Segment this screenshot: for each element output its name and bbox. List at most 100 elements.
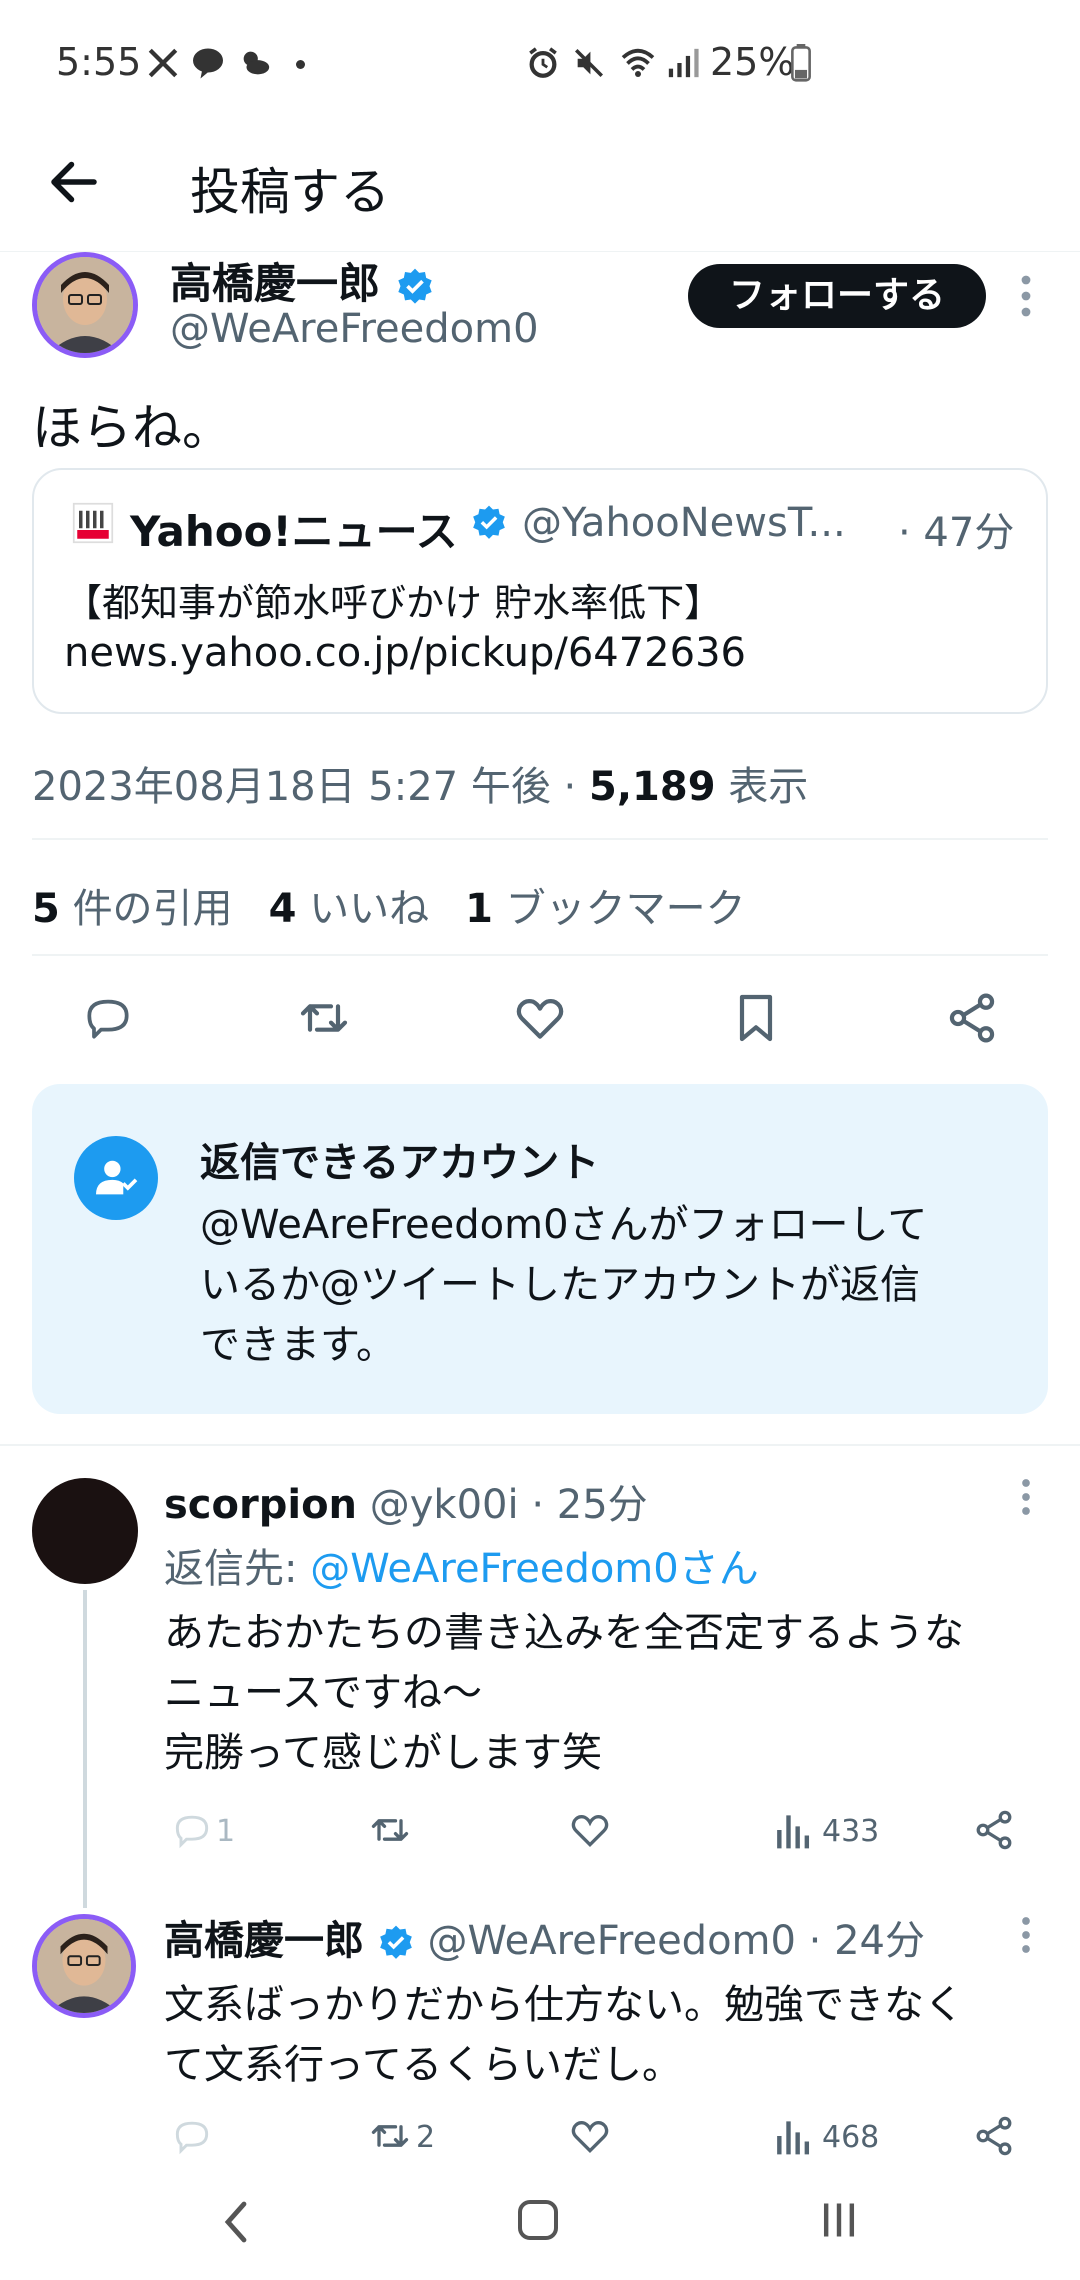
author-avatar[interactable] [32, 252, 138, 358]
views-icon[interactable] [772, 1808, 816, 1852]
reply-text-line1: あたおかたちの書き込みを全否定するような [164, 1610, 964, 1656]
bookmark-icon[interactable] [728, 990, 784, 1046]
more-vertical-icon[interactable] [1014, 272, 1038, 320]
heart-icon[interactable] [568, 2114, 612, 2158]
reply-count: 1 [216, 1814, 236, 1849]
reply-header: scorpion @yk00i · 25分 [164, 1472, 648, 1530]
quotes-label: 件の引用 [72, 886, 233, 932]
yahoo-news-logo-icon [72, 502, 114, 544]
tweet-meta: 2023年08月18日 5:27 午後 · 5,189 表示 [32, 754, 808, 812]
verified-badge-icon [379, 1925, 412, 1959]
reply-restriction-box: 返信できるアカウント @WeAreFreedom0さんがフォローして いるか@ツ… [32, 1084, 1048, 1414]
likes-stat[interactable]: 4 いいね [269, 876, 430, 934]
verified-badge-icon [473, 505, 505, 539]
reply-restriction-line1: @WeAreFreedom0さんがフォローして [200, 1202, 928, 1248]
more-vertical-icon[interactable] [1014, 1476, 1038, 1518]
reply-text-line1: 文系ばっかりだから仕方ない。勉強できなく [164, 1982, 964, 2028]
retweet-count: 2 [416, 2120, 436, 2155]
signal-icon [668, 48, 699, 78]
line-app-icon [193, 48, 223, 79]
nav-home-icon[interactable] [514, 2196, 562, 2244]
reply-text-line2: て文系行ってるくらいだし。 [164, 2042, 682, 2088]
divider [32, 954, 1048, 956]
status-bar: 5:55 25% [0, 0, 1080, 128]
reply-time: · 24分 [808, 1918, 925, 1964]
x-app-icon [148, 48, 178, 78]
page-title: 投稿する [190, 163, 390, 221]
share-icon[interactable] [972, 1808, 1016, 1852]
quote-card[interactable]: Yahoo!ニュース @YahooNewsT... · 47分 【都知事が節水呼… [32, 468, 1048, 714]
likes-count: 4 [268, 886, 297, 932]
tweet-timestamp: 2023年08月18日 5:27 午後 · [32, 764, 577, 810]
views-count: 5,189 [589, 764, 716, 810]
bookmarks-label: ブックマーク [505, 886, 746, 932]
system-nav-bar [0, 2160, 1080, 2280]
quote-source-handle: @YahooNewsT... [522, 500, 846, 546]
author-name: 高橋慶一郎 [170, 259, 381, 308]
more-vertical-icon[interactable] [1014, 1914, 1038, 1956]
reply-avatar[interactable] [32, 1914, 136, 2018]
battery-percent: 25% [710, 40, 795, 84]
reply-text-line2: ニュースですね〜 [164, 1670, 482, 1716]
reply-to-prefix: 返信先: [164, 1546, 298, 1592]
bookmarks-stat[interactable]: 1 ブックマーク [465, 876, 746, 934]
avatar-image [37, 1919, 131, 2013]
quotes-stat[interactable]: 5 件の引用 [32, 876, 233, 934]
author-name-row: 高橋慶一郎 [170, 250, 435, 311]
reply-time: · 25分 [531, 1482, 648, 1528]
header-bar: 投稿する [0, 128, 1080, 252]
reply-restriction-line2: いるか@ツイートしたアカウントが返信 [200, 1262, 920, 1308]
retweet-icon[interactable] [368, 2114, 412, 2158]
follow-button[interactable]: フォローする [688, 264, 986, 328]
share-icon[interactable] [944, 990, 1000, 1046]
reply-restriction-line3: できます。 [200, 1322, 396, 1368]
views-label: 表示 [728, 764, 809, 810]
reply-author-name[interactable]: 高橋慶一郎 [164, 1918, 364, 1964]
reply-avatar[interactable] [32, 1478, 138, 1584]
notification-dot-icon [296, 60, 305, 69]
quote-source-name: Yahoo!ニュース [130, 507, 458, 556]
reply-restriction-title: 返信できるアカウント [200, 1140, 600, 1186]
views-count: 433 [822, 1814, 880, 1849]
reply-author-name[interactable]: scorpion [164, 1482, 357, 1528]
nav-back-icon[interactable] [216, 2198, 256, 2246]
arrow-left-icon[interactable] [44, 152, 104, 212]
reply-icon[interactable] [170, 2114, 214, 2158]
reply-header: 高橋慶一郎 @WeAreFreedom0 · 24分 [164, 1908, 925, 1966]
bookmarks-count: 1 [465, 886, 493, 932]
wifi-icon [621, 48, 655, 77]
share-icon[interactable] [972, 2114, 1016, 2158]
likes-label: いいね [309, 886, 430, 932]
nav-recents-icon[interactable] [816, 2198, 862, 2242]
account-check-badge [74, 1136, 158, 1220]
reply-to-line: 返信先: @WeAreFreedom0さん [164, 1536, 759, 1594]
reply-author-handle[interactable]: @yk00i [370, 1482, 519, 1528]
heart-icon[interactable] [568, 1808, 612, 1852]
account-check-icon [96, 1160, 138, 1195]
tweet-text: ほらね。 [32, 399, 232, 457]
reply-icon[interactable] [170, 1808, 214, 1852]
heart-icon[interactable] [512, 990, 568, 1046]
author-handle[interactable]: @WeAreFreedom0 [170, 306, 539, 352]
reply-author-handle[interactable]: @WeAreFreedom0 [427, 1918, 796, 1964]
reply-icon[interactable] [80, 990, 136, 1046]
views-icon[interactable] [772, 2114, 816, 2158]
quote-time: · 47分 [898, 510, 1015, 556]
alarm-icon [529, 47, 557, 78]
weather-icon [243, 51, 270, 75]
quote-text-line2: news.yahoo.co.jp/pickup/6472636 [64, 630, 746, 676]
retweet-icon[interactable] [368, 1808, 412, 1852]
battery-icon [791, 44, 811, 82]
retweet-icon[interactable] [296, 990, 352, 1046]
views-count: 468 [822, 2120, 880, 2155]
divider [0, 1444, 1080, 1446]
thread-line [83, 1590, 87, 1908]
verified-badge-icon [397, 268, 432, 304]
reply-to-handle[interactable]: @WeAreFreedom0さん [310, 1546, 759, 1592]
avatar-image [37, 257, 133, 353]
quote-text-line1: 【都知事が節水呼びかけ 貯水率低下】 [64, 581, 723, 625]
divider [32, 838, 1048, 840]
quotes-count: 5 [32, 886, 60, 932]
status-time: 5:55 [56, 40, 142, 84]
mute-icon [574, 48, 604, 78]
